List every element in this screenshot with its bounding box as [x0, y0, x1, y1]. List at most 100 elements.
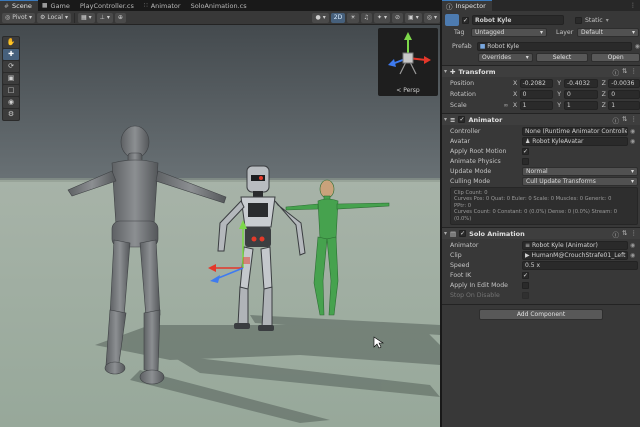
- y-axis-label: Y: [557, 79, 562, 87]
- help-icon[interactable]: ⓘ: [613, 115, 620, 125]
- preset-icon[interactable]: ⇅: [622, 115, 627, 125]
- rect-tool-icon[interactable]: □: [3, 85, 19, 96]
- object-picker-icon[interactable]: ◉: [630, 128, 635, 135]
- tab-inspector[interactable]: ⓘ Inspector: [442, 0, 492, 11]
- foot-ik-checkbox[interactable]: ✓: [522, 271, 529, 279]
- y-axis-label: Y: [557, 101, 562, 109]
- hidden-objects-button[interactable]: ⊘: [392, 12, 404, 23]
- local-label: Local: [47, 14, 63, 21]
- animator-info-box: Clip Count: 0 Curves Pos: 0 Quat: 0 Eule…: [450, 187, 638, 226]
- tab-playcontroller-label: PlayController.cs: [79, 1, 134, 10]
- culling-mode-dropdown[interactable]: Cull Update Transforms ▾: [522, 176, 638, 186]
- kebab-menu-icon[interactable]: ⋮: [631, 229, 638, 239]
- apply-in-edit-checkbox[interactable]: [522, 281, 529, 289]
- solo-animation-title: Solo Animation: [469, 229, 525, 238]
- kebab-menu-icon[interactable]: ⋮: [631, 67, 638, 77]
- script-icon: ▤: [450, 229, 457, 238]
- update-mode-dropdown[interactable]: Normal ▾: [522, 166, 638, 176]
- animator-header[interactable]: ▾ ≡ ✓ Animator ⓘ ⇅ ⋮: [442, 113, 640, 125]
- solo-enabled-checkbox[interactable]: ✓: [459, 230, 467, 238]
- tab-playcontroller[interactable]: PlayController.cs: [76, 0, 140, 11]
- scale-tool-icon[interactable]: ▣: [3, 73, 19, 84]
- scale-y-field[interactable]: 1: [563, 100, 598, 110]
- object-picker-icon[interactable]: ◉: [630, 242, 635, 249]
- grid-toggle-button[interactable]: ▦ ▾: [77, 12, 95, 23]
- effects-toggle-button[interactable]: ✦ ▾: [373, 12, 391, 23]
- scale-x-field[interactable]: 1: [519, 100, 554, 110]
- prefab-field[interactable]: ■ Robot Kyle: [476, 41, 632, 51]
- pivot-icon: ◎: [5, 14, 11, 21]
- snap-toggle-button[interactable]: ⊥ ▾: [96, 12, 113, 23]
- position-y-field[interactable]: -0.4032: [563, 78, 598, 88]
- rotation-z-field[interactable]: 0: [608, 89, 640, 99]
- kebab-menu-icon[interactable]: ⋮: [631, 115, 638, 125]
- tab-soloanimation[interactable]: SoloAnimation.cs: [187, 0, 253, 11]
- tab-game[interactable]: ■ Game: [38, 0, 76, 11]
- view-tool-icon[interactable]: ✋: [3, 37, 19, 48]
- animator-enabled-checkbox[interactable]: ✓: [458, 116, 466, 123]
- object-picker-icon[interactable]: ◉: [635, 43, 640, 50]
- scene-viewport[interactable]: ✋ ✚ ⟳ ▣ □ ◉ ⚙ < Persp: [0, 25, 440, 427]
- position-z-field[interactable]: -0.0036: [608, 78, 640, 88]
- object-picker-icon[interactable]: ◉: [630, 252, 635, 259]
- lighting-toggle-button[interactable]: ☀: [347, 12, 359, 23]
- move-tool-icon[interactable]: ✚: [3, 49, 19, 60]
- transform-header[interactable]: ▾ ✚ Transform ⓘ ⇅ ⋮: [442, 65, 640, 77]
- object-name-field[interactable]: Robot Kyle: [472, 15, 564, 25]
- animate-physics-checkbox[interactable]: [522, 157, 529, 165]
- add-component-button[interactable]: Add Component: [479, 308, 603, 320]
- rotation-x-field[interactable]: 0: [519, 89, 554, 99]
- position-row: Position X -0.2082 Y -0.4032 Z -0.0036: [442, 78, 640, 88]
- gizmos-button[interactable]: ◎ ▾: [423, 12, 440, 23]
- tab-inspector-label: Inspector: [455, 2, 486, 10]
- speed-label: Speed: [450, 261, 470, 269]
- link-icon[interactable]: ∞: [503, 102, 513, 109]
- camera-icon: ▣: [408, 14, 414, 21]
- increment-snap-button[interactable]: ⊕: [114, 12, 126, 23]
- preset-icon[interactable]: ⇅: [622, 67, 627, 77]
- x-axis-label: X: [512, 90, 518, 98]
- chevron-down-icon: ▾: [415, 14, 419, 21]
- kebab-menu-icon[interactable]: ⋮: [630, 2, 640, 9]
- draw-mode-button[interactable]: ● ▾: [312, 12, 329, 23]
- help-icon[interactable]: ⓘ: [613, 67, 620, 77]
- rotation-y-field[interactable]: 0: [563, 89, 598, 99]
- pivot-dropdown[interactable]: ◎ Pivot ▾: [2, 12, 35, 23]
- chevron-down-icon[interactable]: ▾: [606, 17, 609, 24]
- transform-tool-icon[interactable]: ◉: [3, 97, 19, 108]
- projection-label[interactable]: < Persp: [378, 87, 438, 94]
- rotate-tool-icon[interactable]: ⟳: [3, 61, 19, 72]
- layer-dropdown[interactable]: Default ▾: [577, 27, 639, 37]
- static-label: Static: [585, 16, 603, 24]
- chevron-down-icon: ▾: [539, 28, 543, 36]
- help-icon[interactable]: ⓘ: [613, 229, 620, 239]
- clip-field[interactable]: ▶ HumanM@CrouchStrafe01_Left: [522, 250, 628, 260]
- object-picker-icon[interactable]: ◉: [630, 138, 635, 145]
- camera-settings-button[interactable]: ▣ ▾: [405, 12, 422, 23]
- avatar-field[interactable]: ♟ Robot KyleAvatar: [522, 136, 628, 146]
- controller-field[interactable]: None (Runtime Animator Controller): [522, 126, 628, 136]
- tag-dropdown[interactable]: Untagged ▾: [471, 27, 547, 37]
- solo-animator-field[interactable]: ≡ Robot Kyle (Animator): [522, 240, 628, 250]
- 2d-toggle-button[interactable]: 2D: [330, 12, 346, 23]
- tab-animator[interactable]: ∷ Animator: [140, 0, 187, 11]
- orientation-gizmo-icon: [388, 32, 431, 75]
- open-button[interactable]: Open: [591, 52, 640, 62]
- audio-toggle-button[interactable]: ♫: [360, 12, 372, 23]
- overrides-dropdown[interactable]: Overrides ▾: [478, 52, 533, 62]
- scale-row: Scale ∞ X 1 Y 1 Z 1: [442, 100, 640, 110]
- orientation-gizmo[interactable]: < Persp: [378, 28, 438, 96]
- local-dropdown[interactable]: ⚙ Local ▾: [37, 12, 71, 23]
- custom-tool-icon[interactable]: ⚙: [3, 109, 19, 120]
- info-line: Curves Count: 0 Constant: 0 (0.0%) Dense…: [454, 209, 618, 216]
- speed-field[interactable]: 0.5 x: [522, 260, 638, 270]
- object-active-checkbox[interactable]: ✓: [462, 16, 469, 24]
- apply-root-motion-checkbox[interactable]: ✓: [522, 147, 529, 155]
- select-button[interactable]: Select: [535, 52, 589, 62]
- static-checkbox[interactable]: [575, 16, 582, 24]
- tab-scene[interactable]: # Scene: [0, 0, 38, 11]
- position-x-field[interactable]: -0.2082: [519, 78, 554, 88]
- preset-icon[interactable]: ⇅: [622, 229, 627, 239]
- solo-animation-header[interactable]: ▾ ▤ ✓ Solo Animation ⓘ ⇅ ⋮: [442, 227, 640, 240]
- scale-z-field[interactable]: 1: [608, 100, 640, 110]
